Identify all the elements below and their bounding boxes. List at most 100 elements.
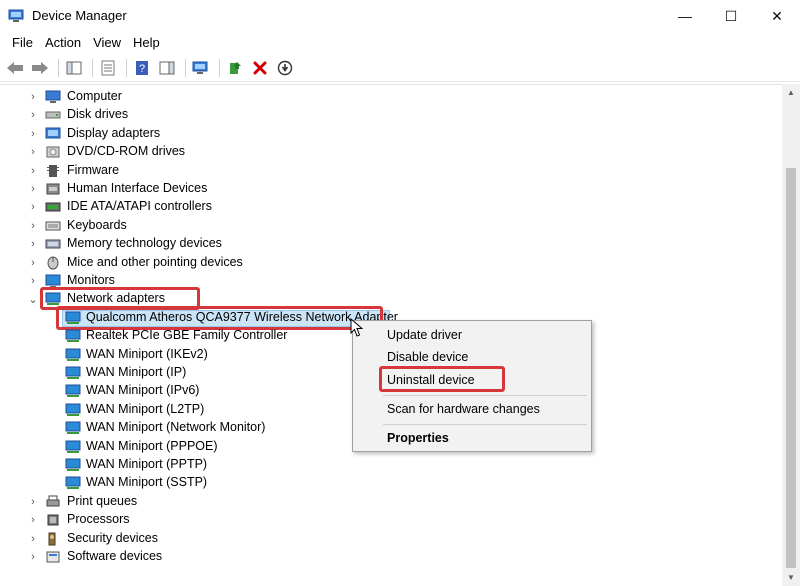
monitor-icon: [45, 274, 61, 288]
tree-item-label: Keyboards: [67, 217, 127, 232]
software-device-icon: [46, 551, 60, 563]
forward-button[interactable]: [29, 57, 51, 79]
chevron-right-icon[interactable]: ›: [28, 235, 38, 253]
tree-category[interactable]: › Print queues: [0, 493, 780, 511]
tree-category[interactable]: › Memory technology devices: [0, 235, 780, 253]
chevron-right-icon[interactable]: ›: [28, 493, 38, 511]
tree-item-label: Software devices: [67, 549, 163, 563]
tree-item-label: WAN Miniport (PPTP): [86, 457, 208, 471]
device-manager-icon: [8, 9, 24, 22]
tree-category[interactable]: › Security devices: [0, 530, 780, 548]
tree-item-label: Memory technology devices: [67, 236, 222, 251]
tree-category[interactable]: › Display adapters: [0, 125, 780, 143]
processor-icon: [47, 514, 59, 526]
title-bar: Device Manager — ☐ ✕: [0, 0, 800, 32]
chevron-right-icon[interactable]: ›: [28, 198, 38, 216]
tree-item-label: Computer: [67, 89, 122, 103]
chevron-right-icon[interactable]: ›: [28, 272, 38, 290]
computer-icon: [45, 90, 61, 103]
maximize-button[interactable]: ☐: [708, 0, 754, 32]
context-properties[interactable]: Properties: [387, 431, 449, 445]
vertical-scrollbar[interactable]: ▲ ▼: [782, 84, 800, 586]
network-adapter-icon: [65, 421, 81, 435]
tree-category[interactable]: › Computer: [0, 88, 780, 106]
window-title: Device Manager: [32, 8, 127, 23]
network-adapter-icon: [65, 366, 81, 379]
update-driver-button[interactable]: [224, 57, 246, 79]
menu-action[interactable]: Action: [39, 32, 87, 54]
tree-category[interactable]: › Human Interface Devices: [0, 180, 780, 198]
tree-category[interactable]: › Mice and other pointing devices: [0, 254, 780, 272]
tree-category[interactable]: › Processors: [0, 511, 780, 529]
chevron-right-icon[interactable]: ›: [28, 106, 38, 124]
svg-text:?: ?: [139, 63, 145, 75]
toolbar-separator: [219, 58, 220, 77]
tree-item-label: Realtek PCIe GBE Family Controller: [86, 328, 288, 343]
chevron-right-icon[interactable]: ›: [28, 217, 38, 235]
menu-view[interactable]: View: [87, 32, 127, 54]
scroll-down-arrow-icon[interactable]: ▼: [782, 569, 800, 586]
chevron-right-icon[interactable]: ›: [28, 530, 38, 548]
chevron-right-icon[interactable]: ›: [28, 143, 38, 161]
network-adapter-icon: [65, 458, 81, 471]
toolbar-separator: [185, 58, 186, 77]
keyboard-icon: [45, 221, 61, 231]
disk-drive-icon: [45, 111, 61, 119]
show-hide-console-tree-button[interactable]: [63, 57, 85, 79]
disable-device-button[interactable]: [274, 57, 296, 79]
network-adapter-icon: [65, 348, 81, 361]
disable-device-icon: [277, 60, 293, 75]
action-pane-button[interactable]: [156, 57, 178, 79]
back-button[interactable]: [4, 57, 26, 79]
uninstall-button[interactable]: [249, 57, 271, 79]
chevron-down-icon[interactable]: ⌄: [28, 290, 38, 308]
minimize-button[interactable]: —: [662, 0, 708, 32]
tree-category[interactable]: › Firmware: [0, 162, 780, 180]
help-button[interactable]: ?: [131, 57, 153, 79]
tree-category[interactable]: › IDE ATA/ATAPI controllers: [0, 198, 780, 216]
context-separator: [383, 424, 587, 425]
tree-device-item[interactable]: WAN Miniport (PPTP): [0, 456, 780, 474]
menu-help[interactable]: Help: [127, 32, 166, 54]
context-separator: [383, 395, 587, 396]
tree-item-label: DVD/CD-ROM drives: [67, 144, 186, 159]
context-disable-device[interactable]: Disable device: [387, 350, 468, 364]
tree-category[interactable]: › Disk drives: [0, 106, 780, 124]
chevron-right-icon[interactable]: ›: [28, 548, 38, 566]
properties-button[interactable]: [97, 57, 119, 79]
tree-item-label: IDE ATA/ATAPI controllers: [67, 199, 212, 214]
toolbar: ?: [0, 54, 800, 82]
close-button[interactable]: ✕: [754, 0, 800, 32]
tree-item-label: WAN Miniport (IKEv2): [86, 346, 208, 361]
tree-item-label: Print queues: [67, 493, 138, 508]
tree-category[interactable]: › DVD/CD-ROM drives: [0, 143, 780, 161]
context-scan-hardware[interactable]: Scan for hardware changes: [387, 402, 540, 416]
chevron-right-icon[interactable]: ›: [28, 162, 38, 180]
security-device-icon: [48, 532, 56, 546]
chevron-right-icon[interactable]: ›: [28, 125, 38, 143]
network-adapter-icon: [65, 403, 81, 416]
tree-item-label: Monitors: [67, 273, 115, 287]
chevron-right-icon[interactable]: ›: [28, 88, 38, 106]
toolbar-separator: [92, 58, 93, 77]
tree-item-label: Human Interface Devices: [67, 181, 208, 195]
chevron-right-icon[interactable]: ›: [28, 180, 38, 198]
tree-item-label: WAN Miniport (IPv6): [86, 383, 200, 398]
scroll-up-arrow-icon[interactable]: ▲: [782, 84, 800, 101]
scrollbar-thumb[interactable]: [786, 168, 796, 568]
tree-item-label: WAN Miniport (PPPOE): [86, 438, 218, 453]
tree-category[interactable]: › Keyboards: [0, 217, 780, 235]
tree-item-label: WAN Miniport (Network Monitor): [86, 420, 266, 435]
tree-item-label: Processors: [67, 512, 130, 527]
chevron-right-icon[interactable]: ›: [28, 511, 38, 529]
dvd-drive-icon: [46, 146, 60, 158]
context-update-driver[interactable]: Update driver: [387, 328, 462, 342]
uninstall-icon: [253, 61, 267, 74]
tree-device-item[interactable]: WAN Miniport (SSTP): [0, 474, 780, 492]
menu-file[interactable]: File: [6, 32, 39, 54]
tree-category[interactable]: › Software devices: [0, 548, 780, 566]
scan-hardware-button[interactable]: [190, 57, 212, 79]
network-adapter-icon: [65, 476, 81, 490]
toolbar-separator: [126, 58, 127, 77]
chevron-right-icon[interactable]: ›: [28, 254, 38, 272]
